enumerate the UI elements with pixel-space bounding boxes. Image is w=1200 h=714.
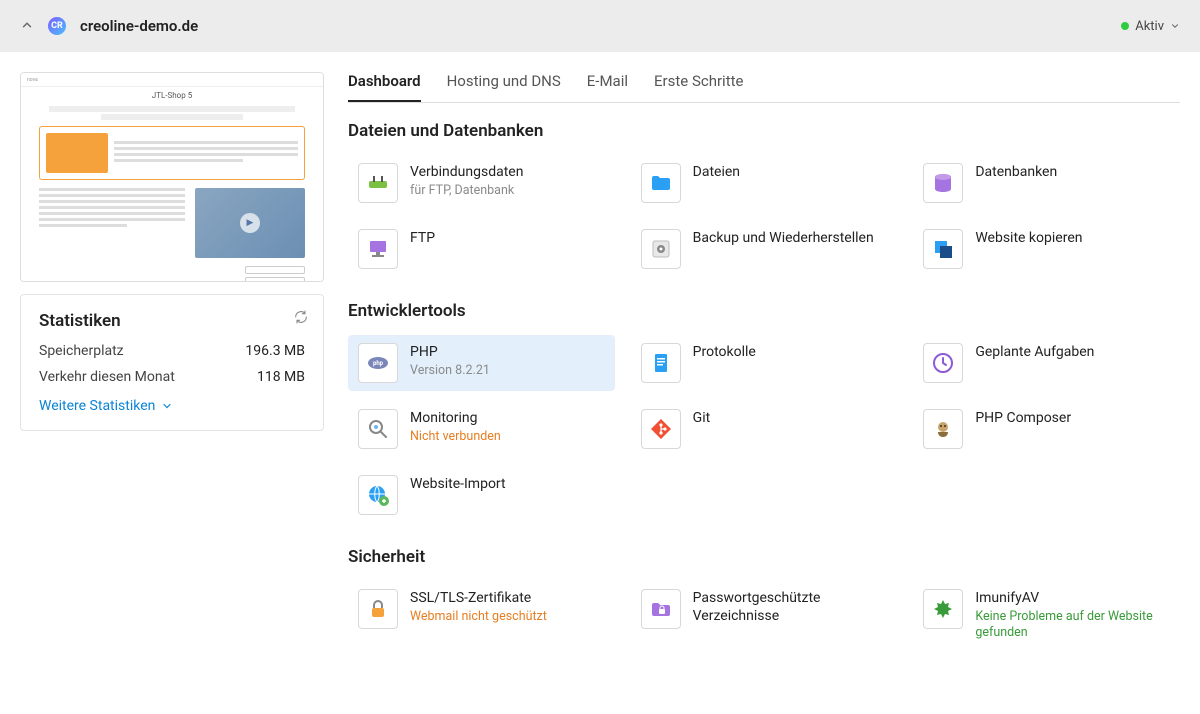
tile-composer[interactable]: PHP Composer [913, 401, 1180, 457]
tile-warn: Nicht verbunden [410, 429, 501, 445]
site-preview[interactable]: nova JTL-Shop 5 ▶ [20, 72, 324, 282]
tile-title: Backup und Wiederherstellen [693, 229, 874, 247]
tile-title: Geplante Aufgaben [975, 343, 1094, 361]
collapse-chevron-icon[interactable] [20, 17, 34, 36]
domain-name: creoline-demo.de [80, 17, 198, 35]
git-icon [641, 409, 681, 449]
tab-dashboard[interactable]: Dashboard [348, 72, 421, 102]
tile-title: SSL/TLS-Zertifikate [410, 589, 547, 607]
tile-title: Datenbanken [975, 163, 1057, 181]
tab-first-steps[interactable]: Erste Schritte [654, 72, 743, 102]
tile-php[interactable]: php PHP Version 8.2.21 [348, 335, 615, 391]
composer-icon [923, 409, 963, 449]
stats-heading: Statistiken [39, 311, 305, 331]
tile-databases[interactable]: Datenbanken [913, 155, 1180, 211]
clock-icon [923, 343, 963, 383]
tile-website-import[interactable]: Website-Import [348, 467, 615, 523]
document-icon [641, 343, 681, 383]
tile-title: Dateien [693, 163, 740, 181]
tile-title: Verbindungsdaten [410, 163, 523, 181]
magnifier-icon [358, 409, 398, 449]
tile-connection-info[interactable]: Verbindungsdaten für FTP, Datenbank [348, 155, 615, 211]
traffic-value: 118 MB [257, 369, 305, 385]
php-icon: php [358, 343, 398, 383]
section-devtools: Entwicklertools [348, 301, 1180, 321]
tile-warn: Webmail nicht geschützt [410, 609, 547, 625]
tile-copy-website[interactable]: Website kopieren [913, 221, 1180, 277]
site-favicon: CR [48, 17, 66, 35]
tile-title: PHP Composer [975, 409, 1071, 427]
tile-scheduled-tasks[interactable]: Geplante Aufgaben [913, 335, 1180, 391]
tab-email[interactable]: E-Mail [587, 72, 628, 102]
tile-logs[interactable]: Protokolle [631, 335, 898, 391]
tabs: Dashboard Hosting und DNS E-Mail Erste S… [348, 72, 1180, 103]
disk-value: 196.3 MB [245, 343, 305, 359]
tile-title: PHP [410, 343, 490, 361]
tile-ssl[interactable]: SSL/TLS-Zertifikate Webmail nicht geschü… [348, 581, 615, 650]
tile-ftp[interactable]: FTP [348, 221, 615, 277]
lock-icon [358, 589, 398, 629]
tile-title: Website-Import [410, 475, 506, 493]
plug-icon [358, 163, 398, 203]
refresh-icon[interactable] [293, 309, 309, 329]
tile-title: Git [693, 409, 711, 427]
section-files-db: Dateien und Datenbanken [348, 121, 1180, 141]
copy-icon [923, 229, 963, 269]
tile-sub: für FTP, Datenbank [410, 183, 523, 199]
tile-title: FTP [410, 229, 435, 247]
topbar: CR creoline-demo.de Aktiv [0, 0, 1200, 52]
tile-monitoring[interactable]: Monitoring Nicht verbunden [348, 401, 615, 457]
folder-icon [641, 163, 681, 203]
stats-card: Statistiken Speicherplatz 196.3 MB Verke… [20, 294, 324, 431]
database-icon [923, 163, 963, 203]
tile-title: ImunifyAV [975, 589, 1170, 607]
tile-ok: Keine Probleme auf der Website gefunden [975, 609, 1170, 642]
tile-password-dirs[interactable]: Passwortgeschützte Verzeichnisse [631, 581, 898, 650]
tile-imunifyav[interactable]: ImunifyAV Keine Probleme auf der Website… [913, 581, 1180, 650]
backup-icon [641, 229, 681, 269]
tab-hosting-dns[interactable]: Hosting und DNS [447, 72, 561, 102]
chevron-down-icon [161, 400, 173, 412]
svg-text:php: php [373, 360, 384, 367]
tile-git[interactable]: Git [631, 401, 898, 457]
tile-backup[interactable]: Backup und Wiederherstellen [631, 221, 898, 277]
tile-title: Protokolle [693, 343, 756, 361]
tile-sub: Version 8.2.21 [410, 363, 490, 379]
more-stats-link[interactable]: Weitere Statistiken [39, 398, 173, 414]
tile-files[interactable]: Dateien [631, 155, 898, 211]
imunify-icon [923, 589, 963, 629]
disk-label: Speicherplatz [39, 343, 124, 359]
status-label: Aktiv [1135, 19, 1164, 34]
status-dot-icon [1121, 22, 1129, 30]
section-security: Sicherheit [348, 547, 1180, 567]
folder-lock-icon [641, 589, 681, 629]
traffic-label: Verkehr diesen Monat [39, 369, 175, 385]
tile-title: Website kopieren [975, 229, 1082, 247]
status-selector[interactable]: Aktiv [1121, 19, 1180, 34]
chevron-down-icon [1170, 21, 1180, 31]
globe-import-icon [358, 475, 398, 515]
tile-title: Monitoring [410, 409, 501, 427]
tile-title: Passwortgeschützte Verzeichnisse [693, 589, 888, 625]
ftp-icon [358, 229, 398, 269]
